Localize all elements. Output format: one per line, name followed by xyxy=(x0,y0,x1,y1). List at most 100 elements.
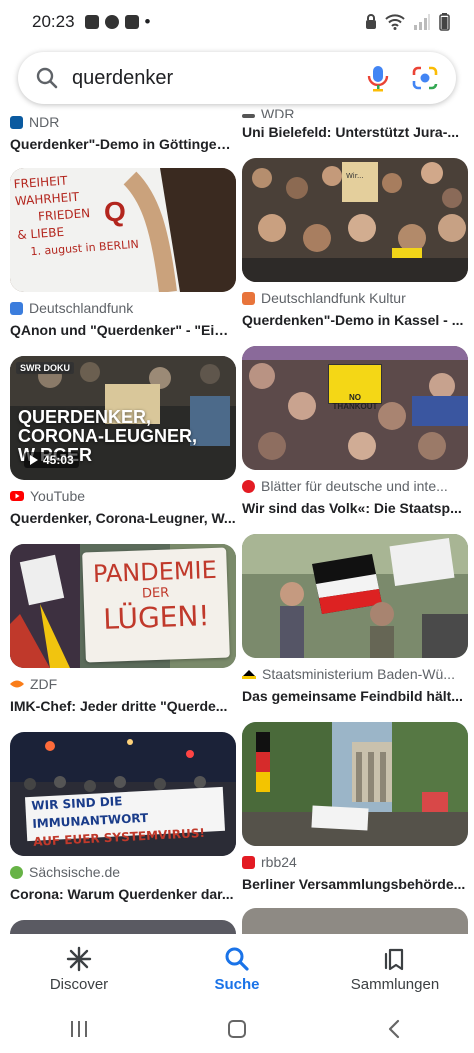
card-title[interactable]: Berliner Versammlungsbehörde... xyxy=(242,876,468,892)
nav-discover[interactable]: Discover xyxy=(0,934,158,1004)
more-dot-icon: • xyxy=(144,12,151,31)
youtube-logo-icon xyxy=(10,491,24,501)
news-card[interactable]: FREIHEIT WAHRHEIT FRIEDEN & LIEBE 1. aug… xyxy=(10,168,236,338)
nav-sammlungen[interactable]: Sammlungen xyxy=(316,934,474,1004)
source-name: Staatsministerium Baden-Wü... xyxy=(262,666,455,682)
back-icon[interactable] xyxy=(384,1018,406,1040)
home-icon[interactable] xyxy=(226,1018,248,1040)
card-title[interactable]: Wir sind das Volk«: Die Staatsp... xyxy=(242,500,468,516)
source-name: NDR xyxy=(29,114,60,130)
news-card[interactable]: PANDEMIE DER LÜGEN! ZDF IMK-Chef: Jeder … xyxy=(10,544,236,714)
card-image: FREIHEIT WAHRHEIT FRIEDEN & LIEBE 1. aug… xyxy=(10,168,236,292)
card-image: NO THANKOUT xyxy=(242,346,468,470)
news-card[interactable]: WDR Uni Bielefeld: Unterstützt Jura-... xyxy=(242,108,468,140)
video-card[interactable]: SWR DOKU QUERDENKER, CORONA-LEUGNER, W R… xyxy=(10,356,236,526)
card-source: Deutschlandfunk xyxy=(10,300,236,316)
protest-sign: PANDEMIE DER LÜGEN! xyxy=(82,547,230,663)
card-title[interactable]: QAnon und "Querdenker" - "Eine... xyxy=(10,322,236,338)
google-lens-icon[interactable] xyxy=(412,66,438,90)
notification-icons: • xyxy=(84,12,151,32)
play-icon xyxy=(30,455,38,465)
system-navigation-bar xyxy=(0,1004,474,1053)
discover-feed[interactable]: NDR Querdenker"-Demo in Göttingen... FRE… xyxy=(0,108,474,934)
baden-wuerttemberg-logo-icon xyxy=(242,670,256,679)
source-name: rbb24 xyxy=(261,854,297,870)
recent-apps-icon[interactable] xyxy=(68,1019,90,1039)
card-image xyxy=(10,920,236,934)
news-card[interactable]: WIR SIND DIE IMMUNANTWORT AUF EUER SYSTE… xyxy=(10,732,236,902)
q-symbol: Q xyxy=(104,196,126,227)
news-card[interactable] xyxy=(10,920,236,934)
source-name: Blätter für deutsche und inte... xyxy=(261,478,448,494)
card-image: PANDEMIE DER LÜGEN! xyxy=(10,544,236,668)
card-image xyxy=(242,534,468,658)
source-name: Deutschlandfunk Kultur xyxy=(261,290,406,306)
battery-icon xyxy=(439,13,450,31)
source-name: Deutschlandfunk xyxy=(29,300,134,316)
source-name: ZDF xyxy=(30,676,58,692)
video-thumbnail: SWR DOKU QUERDENKER, CORONA-LEUGNER, W R… xyxy=(10,356,236,480)
card-title[interactable]: IMK-Chef: Jeder dritte "Querde... xyxy=(10,698,236,714)
search-input[interactable] xyxy=(72,66,366,90)
card-title[interactable]: Querdenken"-Demo in Kassel - ... xyxy=(242,312,468,328)
nav-label: Discover xyxy=(49,975,109,993)
zdf-logo-icon xyxy=(10,680,24,688)
deutschlandfunk-logo-icon xyxy=(10,301,23,315)
search-icon xyxy=(36,67,58,89)
signal-icon xyxy=(414,14,430,30)
card-title[interactable]: Querdenker, Corona-Leugner, W... xyxy=(10,510,236,526)
video-duration-badge: 45:03 xyxy=(24,452,79,468)
card-source: rbb24 xyxy=(242,854,468,870)
gallery-icon xyxy=(124,15,139,29)
card-title[interactable]: Corona: Warum Querdenker dar... xyxy=(10,886,236,902)
news-card[interactable]: NO THANKOUT Blätter für deutsche und int… xyxy=(242,346,468,516)
card-title[interactable]: Uni Bielefeld: Unterstützt Jura-... xyxy=(242,124,468,140)
search-bar[interactable] xyxy=(18,52,456,104)
wdr-logo-icon xyxy=(242,114,255,118)
source-name: WDR xyxy=(261,108,295,118)
ndr-logo-icon xyxy=(10,115,23,129)
bottom-navigation: Discover Suche Sammlungen xyxy=(0,934,474,1004)
nav-label: Sammlungen xyxy=(350,975,440,993)
news-card[interactable] xyxy=(242,908,468,934)
news-card[interactable]: rbb24 Berliner Versammlungsbehörde... xyxy=(242,722,468,892)
card-source: Blätter für deutsche und inte... xyxy=(242,478,468,494)
card-image xyxy=(242,722,468,846)
card-source: Sächsische.de xyxy=(10,864,236,880)
protest-sign-text: Wir... xyxy=(346,172,364,180)
lock-icon xyxy=(366,14,376,29)
news-card[interactable]: Wir... Deutschlandfunk Kultur Querdenken… xyxy=(242,158,468,328)
blaetter-logo-icon xyxy=(242,479,255,493)
wifi-icon xyxy=(385,14,405,30)
card-source: Staatsministerium Baden-Wü... xyxy=(242,666,468,682)
account-icon xyxy=(104,15,119,29)
protest-sign: NO THANKOUT xyxy=(328,364,382,411)
news-card[interactable]: NDR Querdenker"-Demo in Göttingen... xyxy=(10,114,236,152)
status-bar: 20:23 • xyxy=(0,0,474,44)
card-source: YouTube xyxy=(10,488,236,504)
card-image xyxy=(242,908,468,934)
notification-icon xyxy=(84,15,99,29)
card-source: NDR xyxy=(10,114,236,130)
card-image: Wir... xyxy=(242,158,468,282)
microphone-icon[interactable] xyxy=(366,64,390,92)
nav-suche[interactable]: Suche xyxy=(158,934,316,1004)
saechsische-logo-icon xyxy=(10,865,23,879)
protest-banner: WIR SIND DIE IMMUNANTWORT AUF EUER SYSTE… xyxy=(24,786,226,849)
system-status-icons xyxy=(365,13,450,31)
card-source: WDR xyxy=(242,108,468,118)
card-title[interactable]: Das gemeinsame Feindbild hält... xyxy=(242,688,468,704)
rbb24-logo-icon xyxy=(242,855,255,869)
collections-bookmark-icon xyxy=(384,948,404,970)
status-time: 20:23 xyxy=(32,12,75,31)
card-title[interactable]: Querdenker"-Demo in Göttingen... xyxy=(10,136,236,152)
search-icon xyxy=(225,947,249,971)
discover-asterisk-icon xyxy=(66,946,92,971)
deutschlandfunk-kultur-logo-icon xyxy=(242,291,255,305)
card-source: ZDF xyxy=(10,676,236,692)
card-source: Deutschlandfunk Kultur xyxy=(242,290,468,306)
channel-badge: SWR DOKU xyxy=(16,362,74,374)
news-card[interactable]: Staatsministerium Baden-Wü... Das gemein… xyxy=(242,534,468,704)
source-name: Sächsische.de xyxy=(29,864,121,880)
card-image: WIR SIND DIE IMMUNANTWORT AUF EUER SYSTE… xyxy=(10,732,236,856)
